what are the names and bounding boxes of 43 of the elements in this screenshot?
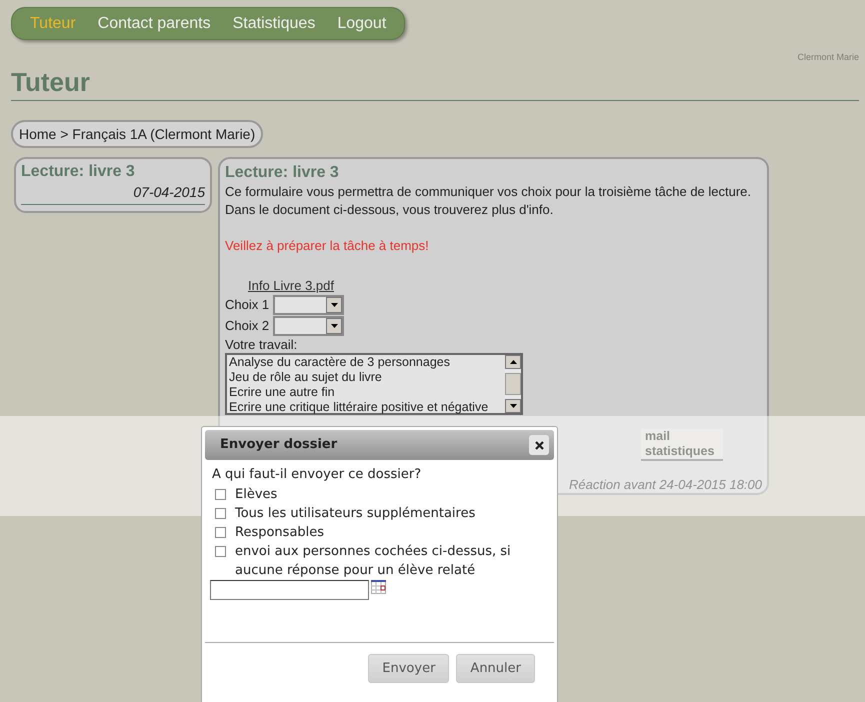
task-title: Lecture: livre 3 bbox=[21, 162, 136, 182]
list-option[interactable]: Ecrire une autre fin bbox=[229, 384, 505, 400]
calendar-icon[interactable] bbox=[371, 580, 386, 594]
caret-icon bbox=[330, 324, 338, 328]
caret-icon bbox=[330, 303, 338, 307]
list-option[interactable]: Analyse du caractère de 3 personnages bbox=[229, 354, 505, 370]
list-option[interactable]: Jeu de rôle au sujet du livre bbox=[229, 370, 505, 384]
close-icon bbox=[534, 440, 544, 450]
checkbox-label: Elèves bbox=[235, 486, 278, 504]
page-title: Tuteur bbox=[11, 66, 91, 98]
dialog-title: Envoyer dossier bbox=[220, 436, 338, 454]
date-field[interactable] bbox=[210, 580, 369, 600]
description-text: Dans le document ci-dessous, vous trouverez plus d'info. bbox=[225, 200, 554, 218]
checkbox-label: Responsables bbox=[235, 524, 324, 542]
task-title: Lecture: livre 3 bbox=[225, 162, 340, 182]
checkbox[interactable] bbox=[215, 527, 226, 538]
up-arrow-icon[interactable] bbox=[510, 360, 516, 364]
breadcrumb[interactable]: Home > Français 1A (Clermont Marie) bbox=[11, 120, 264, 148]
checkbox[interactable] bbox=[215, 508, 226, 519]
description-text: Ce formulaire vous permettra de communiquer vos choix pour la troisième tâche de lecture. bbox=[225, 182, 752, 200]
attachment-link[interactable]: Info Livre 3.pdf bbox=[248, 278, 334, 292]
close-button[interactable] bbox=[529, 435, 549, 455]
checkbox[interactable] bbox=[215, 489, 226, 500]
list-option[interactable]: Ecrire une critique littéraire positive et négative bbox=[229, 400, 505, 414]
user-name: Clermont Marie bbox=[797, 51, 859, 64]
checkbox[interactable] bbox=[215, 546, 226, 557]
choice-select[interactable] bbox=[273, 316, 344, 336]
dialog-button[interactable]: Annuler bbox=[456, 654, 535, 683]
checkbox-label: Tous les utilisateurs supplémentaires bbox=[235, 505, 476, 523]
deadline-text: Réaction avant 24-04-2015 18:00 bbox=[569, 476, 762, 494]
work-listbox[interactable]: Analyse du caractère de 3 personnages Jeu de rôle au sujet du livre Ecrire une autre fin Ecrire une critique littéraire positive et négative bbox=[225, 352, 523, 414]
dialog-question: A qui faut-il envoyer ce dossier? bbox=[212, 466, 422, 484]
down-arrow-icon[interactable] bbox=[510, 404, 516, 408]
choice-select[interactable] bbox=[273, 295, 344, 315]
warning-text: Veillez à préparer la tâche à temps! bbox=[225, 236, 430, 254]
scrollbar[interactable] bbox=[505, 354, 521, 412]
choice-label: Choix 2 bbox=[225, 317, 270, 336]
task-date: 07-04-2015 bbox=[133, 182, 205, 202]
task-card[interactable]: Lecture: livre 3 07-04-2015 bbox=[14, 156, 212, 212]
work-label: Votre travail: bbox=[225, 336, 298, 352]
dialog-button[interactable]: Envoyer bbox=[368, 654, 450, 683]
choice-label: Choix 1 bbox=[225, 296, 270, 314]
checkbox-label: envoi aux personnes cochées ci-dessus, si aucune réponse pour un élève relaté bbox=[235, 543, 512, 580]
